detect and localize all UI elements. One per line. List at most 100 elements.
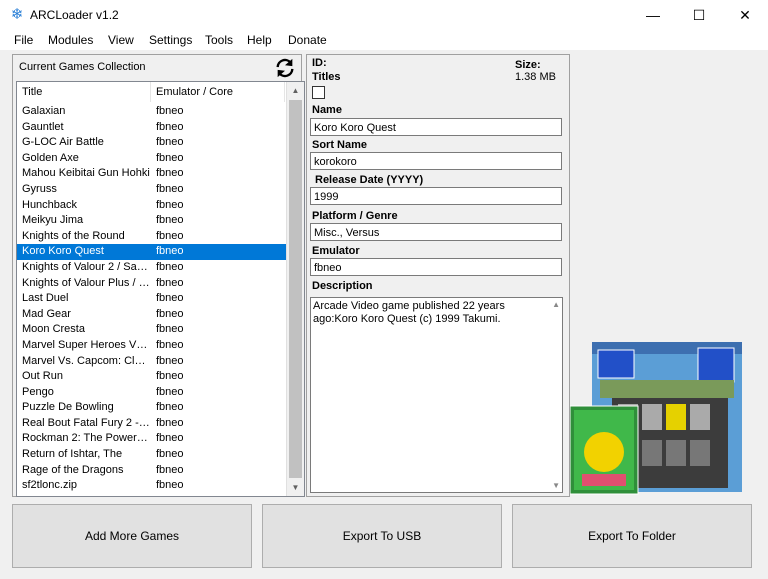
titles-label: Titles xyxy=(312,71,341,83)
row-emulator: fbneo xyxy=(156,448,184,461)
table-row[interactable]: Hunchback fbneo xyxy=(17,198,287,214)
scroll-thumb[interactable] xyxy=(289,100,302,478)
games-list[interactable]: Title Emulator / Core Galaxian fbneo Gaunt… xyxy=(16,81,305,497)
vertical-scrollbar[interactable]: ▲ ▼ xyxy=(286,82,304,496)
table-row[interactable]: Puzzle De Bowling fbneo xyxy=(17,400,287,416)
refresh-icon[interactable] xyxy=(274,57,296,79)
row-emulator: fbneo xyxy=(156,276,184,289)
table-row[interactable]: Knights of the Round fbneo xyxy=(17,229,287,245)
table-row[interactable]: Marvel Vs. Capcom: Clash... fbneo xyxy=(17,354,287,370)
platform-genre-label: Platform / Genre xyxy=(312,210,398,222)
titles-checkbox[interactable] xyxy=(312,86,325,99)
name-label: Name xyxy=(312,104,342,116)
table-row[interactable]: sf2tlonc.zip fbneo xyxy=(17,478,287,494)
row-title: Galaxian xyxy=(22,105,66,117)
table-row[interactable]: Return of Ishtar, The fbneo xyxy=(17,447,287,463)
table-row[interactable]: Meikyu Jima fbneo xyxy=(17,213,287,229)
row-emulator: fbneo xyxy=(156,307,184,320)
column-title[interactable]: Title xyxy=(22,82,151,102)
name-field[interactable]: Koro Koro Quest xyxy=(310,118,562,136)
row-title: Real Bout Fatal Fury 2 - T... xyxy=(22,416,150,429)
desc-scroll-up-icon[interactable]: ▲ xyxy=(552,300,560,309)
row-emulator: fbneo xyxy=(156,416,184,429)
table-row[interactable]: Pengo fbneo xyxy=(17,385,287,401)
row-emulator: fbneo xyxy=(156,260,184,273)
row-title: sf2tlonc.zip xyxy=(22,479,78,492)
row-title: Knights of the Round xyxy=(22,229,125,242)
sort-name-field[interactable]: korokoro xyxy=(310,152,562,170)
table-row[interactable]: Mad Gear fbneo xyxy=(17,307,287,323)
row-title: Gyruss xyxy=(22,182,57,195)
row-emulator: fbneo xyxy=(156,198,184,211)
table-row[interactable]: Rockman 2: The Power Fi... fbneo xyxy=(17,431,287,447)
table-row[interactable]: Moon Cresta fbneo xyxy=(17,322,287,338)
row-emulator: fbneo xyxy=(156,338,184,351)
row-emulator: fbneo xyxy=(156,214,184,227)
row-title: G-LOC Air Battle xyxy=(22,136,104,149)
export-to-folder-button[interactable]: Export To Folder xyxy=(512,504,752,568)
minimize-button[interactable]: — xyxy=(630,0,676,30)
row-title: Pengo xyxy=(22,385,54,398)
column-emulator[interactable]: Emulator / Core xyxy=(156,82,285,102)
row-emulator: fbneo xyxy=(156,385,184,398)
row-title: Hunchback xyxy=(22,198,78,211)
table-row[interactable]: Knights of Valour 2 / Sang... fbneo xyxy=(17,260,287,276)
row-emulator: fbneo xyxy=(156,105,184,117)
row-emulator: fbneo xyxy=(156,167,184,180)
description-field[interactable]: Arcade Video game published 22 years ago… xyxy=(310,297,563,493)
row-emulator: fbneo xyxy=(156,463,184,476)
menu-modules[interactable]: Modules xyxy=(48,33,93,47)
scroll-down-icon[interactable]: ▼ xyxy=(287,479,304,496)
menu-file[interactable]: File xyxy=(14,33,33,47)
row-title: Gauntlet xyxy=(22,120,64,133)
table-row[interactable]: Gauntlet fbneo xyxy=(17,120,287,136)
table-row[interactable]: Marvel Super Heroes Vs. ... fbneo xyxy=(17,338,287,354)
menu-tools[interactable]: Tools xyxy=(205,33,233,47)
table-row[interactable]: Koro Koro Quest fbneo xyxy=(17,244,287,260)
table-row[interactable]: Rage of the Dragons fbneo xyxy=(17,463,287,479)
description-text: Arcade Video game published 22 years ago… xyxy=(313,300,505,325)
row-title: Rage of the Dragons xyxy=(22,463,124,476)
desc-scroll-down-icon[interactable]: ▼ xyxy=(552,481,560,490)
row-title: Out Run xyxy=(22,370,63,383)
maximize-button[interactable]: ☐ xyxy=(676,0,722,30)
row-emulator: fbneo xyxy=(156,229,184,242)
table-row[interactable]: Mahou Keibitai Gun Hohki fbneo xyxy=(17,166,287,182)
emulator-field[interactable]: fbneo xyxy=(310,258,562,276)
games-rows: Galaxian fbneo Gauntlet fbneo G-LOC Air Batt… xyxy=(17,104,287,494)
table-row[interactable]: Golden Axe fbneo xyxy=(17,151,287,167)
menu-view[interactable]: View xyxy=(108,33,134,47)
scroll-up-icon[interactable]: ▲ xyxy=(287,82,304,99)
release-date-field[interactable]: 1999 xyxy=(310,187,562,205)
id-label: ID: xyxy=(312,57,327,69)
close-button[interactable]: ✕ xyxy=(722,0,768,30)
add-more-games-button[interactable]: Add More Games xyxy=(12,504,252,568)
platform-genre-field[interactable]: Misc., Versus xyxy=(310,223,562,241)
row-emulator: fbneo xyxy=(156,151,184,164)
menu-settings[interactable]: Settings xyxy=(149,33,192,47)
menu-bar: File Modules View Settings Tools Help Do… xyxy=(0,30,768,50)
row-emulator: fbneo xyxy=(156,182,184,195)
sort-name-label: Sort Name xyxy=(312,139,368,151)
menu-donate[interactable]: Donate xyxy=(288,33,327,47)
row-emulator: fbneo xyxy=(156,136,184,149)
snowflake-icon: ❄ xyxy=(10,6,24,23)
table-row[interactable]: G-LOC Air Battle fbneo xyxy=(17,135,287,151)
table-row[interactable]: Knights of Valour Plus / S... fbneo xyxy=(17,276,287,292)
row-emulator: fbneo xyxy=(156,323,184,336)
row-title: Rockman 2: The Power Fi... xyxy=(22,432,150,445)
row-emulator: fbneo xyxy=(156,120,184,133)
row-title: Marvel Super Heroes Vs. ... xyxy=(22,338,150,351)
menu-help[interactable]: Help xyxy=(247,33,272,47)
table-row[interactable]: Real Bout Fatal Fury 2 - T... fbneo xyxy=(17,416,287,432)
row-title: Mahou Keibitai Gun Hohki xyxy=(22,167,150,180)
row-emulator: fbneo xyxy=(156,479,184,492)
export-to-usb-button[interactable]: Export To USB xyxy=(262,504,502,568)
table-row[interactable]: Last Duel fbneo xyxy=(17,291,287,307)
table-row[interactable]: Out Run fbneo xyxy=(17,369,287,385)
table-row[interactable]: Galaxian fbneo xyxy=(17,104,287,120)
title-bar: ❄ ARCLoader v1.2 — ☐ ✕ xyxy=(0,0,768,30)
row-emulator: fbneo xyxy=(156,245,184,258)
emulator-label: Emulator xyxy=(312,245,360,257)
table-row[interactable]: Gyruss fbneo xyxy=(17,182,287,198)
